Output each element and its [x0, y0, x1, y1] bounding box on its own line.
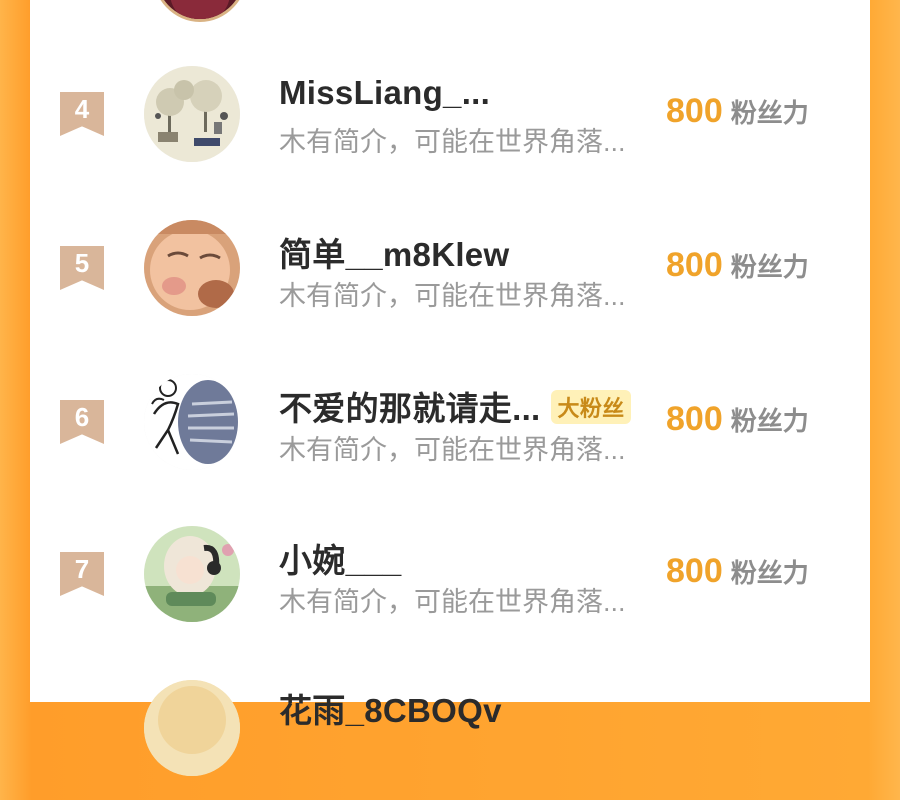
- score-unit: 粉丝力: [730, 252, 809, 282]
- score-unit: 粉丝力: [730, 98, 809, 128]
- fan-power-score: 800 粉丝力: [666, 552, 809, 591]
- user-name[interactable]: 小婉___: [279, 534, 402, 582]
- blonde-avatar-icon[interactable]: [144, 680, 240, 776]
- ranking-row[interactable]: 7 小婉___ 木有简介，可能在世界角落... 800 粉丝力: [30, 526, 870, 646]
- fan-power-score: 800 粉丝力: [666, 400, 809, 439]
- fan-power-score: 800 粉丝力: [666, 246, 809, 285]
- user-bio: 木有简介，可能在世界角落...: [279, 281, 626, 311]
- baby-face-avatar-icon[interactable]: [144, 220, 240, 316]
- ranking-row[interactable]: 6 不爱的那就请走... 大粉丝 木有简介，可能在世界角落... 800 粉丝力: [30, 374, 870, 494]
- ranking-panel: 4 MissLiang_... 木有简介，可能在世界角落... 800 粉丝力 …: [30, 0, 870, 776]
- user-bio: 木有简介，可能在世界角落...: [279, 127, 626, 157]
- big-fan-badge: 大粉丝: [550, 390, 632, 424]
- ranking-row[interactable]: 5 简单__m8Klew 木有简介，可能在世界角落... 800 粉丝力: [30, 220, 870, 340]
- rank-flag: 6: [60, 400, 104, 444]
- cartoon-figure-avatar-icon[interactable]: [144, 374, 240, 470]
- score-value: 800: [666, 400, 723, 438]
- user-name[interactable]: 不爱的那就请走... 大粉丝: [279, 382, 632, 430]
- user-bio: 木有简介，可能在世界角落...: [279, 435, 626, 465]
- tree-sketch-avatar-icon[interactable]: [144, 66, 240, 162]
- user-name[interactable]: 简单__m8Klew: [279, 228, 509, 276]
- rank-flag: 4: [60, 92, 104, 136]
- rank-flag: 7: [60, 552, 104, 596]
- anime-girl-avatar-icon[interactable]: [144, 526, 240, 622]
- ranking-row[interactable]: 4 MissLiang_... 木有简介，可能在世界角落... 800 粉丝力: [30, 66, 870, 186]
- previous-avatar-partial[interactable]: [152, 0, 248, 22]
- score-value: 800: [666, 552, 723, 590]
- score-value: 800: [666, 246, 723, 284]
- ranking-row-partial[interactable]: 花雨_8CBOQv: [30, 680, 870, 800]
- fan-power-score: 800 粉丝力: [666, 92, 809, 131]
- user-bio: 木有简介，可能在世界角落...: [279, 587, 626, 617]
- score-unit: 粉丝力: [730, 406, 809, 436]
- user-name[interactable]: 花雨_8CBOQv: [279, 684, 502, 732]
- rank-flag: 5: [60, 246, 104, 290]
- user-name[interactable]: MissLiang_...: [279, 74, 490, 112]
- score-value: 800: [666, 92, 723, 130]
- score-unit: 粉丝力: [730, 558, 809, 588]
